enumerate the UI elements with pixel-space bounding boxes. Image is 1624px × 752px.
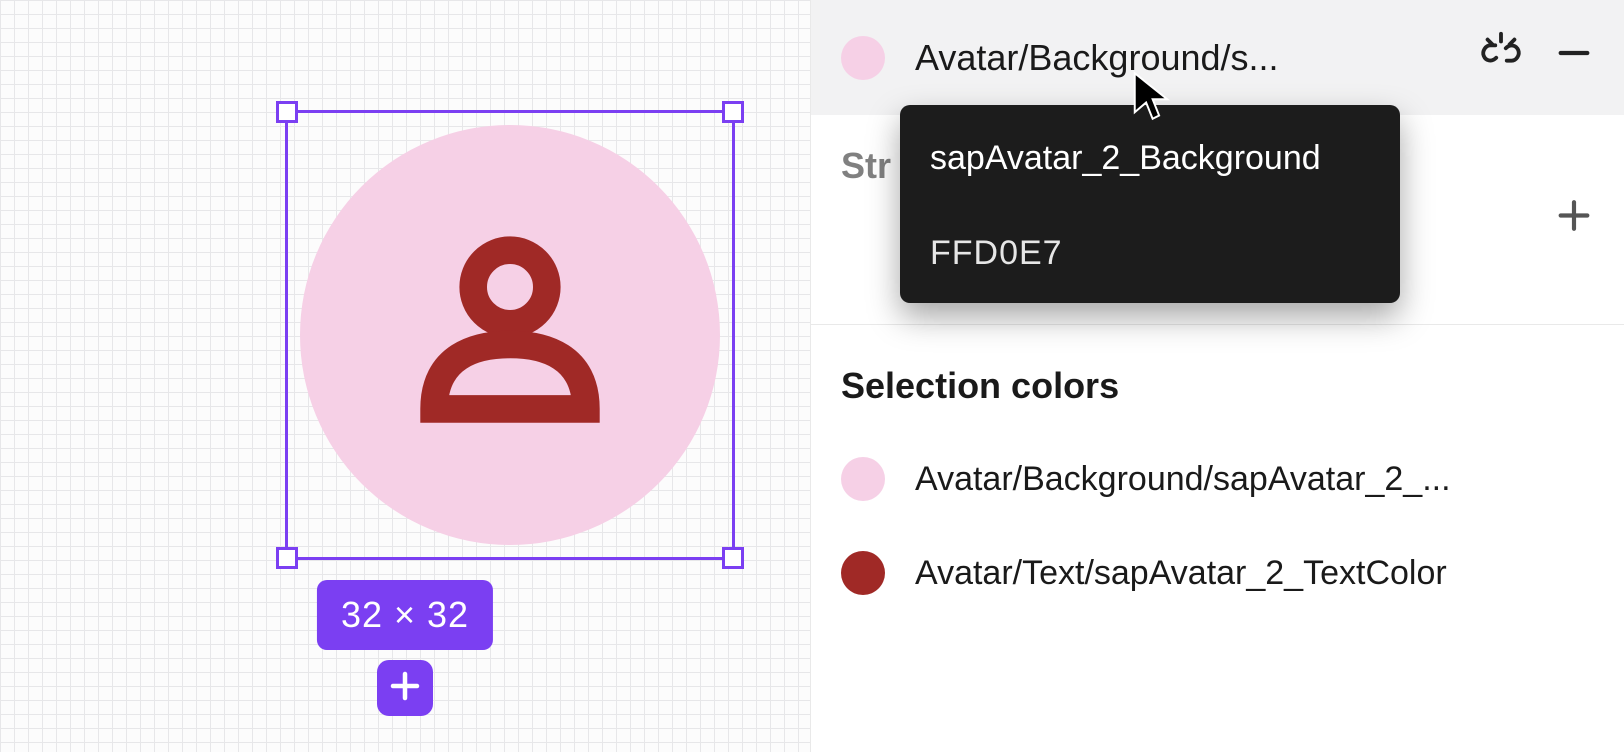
resize-handle-top-left[interactable] [276,101,298,123]
selection-color-label: Avatar/Text/sapAvatar_2_TextColor [915,554,1594,593]
tooltip-value: FFD0E7 [930,234,1370,273]
fill-color-row[interactable]: Avatar/Background/s... [811,0,1624,115]
selection-color-label: Avatar/Background/sapAvatar_2_... [915,460,1594,499]
selection-color-swatch[interactable] [841,457,885,501]
design-canvas[interactable]: 32 × 32 [0,0,810,752]
resize-handle-bottom-left[interactable] [276,547,298,569]
fill-swatch[interactable] [841,36,885,80]
resize-handle-bottom-right[interactable] [722,547,744,569]
detach-style-button[interactable] [1478,30,1524,85]
stroke-section-title: Str [841,145,891,187]
selection-colors-title: Selection colors [841,365,1594,407]
resize-handle-top-right[interactable] [722,101,744,123]
selection-colors-section: Selection colors Avatar/Background/sapAv… [811,325,1624,675]
selection-color-row[interactable]: Avatar/Background/sapAvatar_2_... [841,457,1594,501]
add-stroke-button[interactable] [1554,195,1594,244]
selection-frame[interactable] [285,110,735,560]
remove-fill-button[interactable] [1554,33,1594,82]
avatar-component[interactable] [300,125,720,545]
detach-style-icon [1478,30,1524,85]
dimensions-badge: 32 × 32 [317,580,493,650]
fill-variable-name: Avatar/Background/s... [915,37,1448,79]
minus-icon [1554,33,1594,82]
add-element-button[interactable] [377,660,433,716]
selection-color-row[interactable]: Avatar/Text/sapAvatar_2_TextColor [841,551,1594,595]
tooltip-title: sapAvatar_2_Background [930,139,1370,178]
variable-tooltip: sapAvatar_2_Background FFD0E7 [900,105,1400,303]
plus-icon [1554,195,1594,244]
plus-icon [387,668,423,709]
selection-color-swatch[interactable] [841,551,885,595]
person-icon [395,218,625,453]
